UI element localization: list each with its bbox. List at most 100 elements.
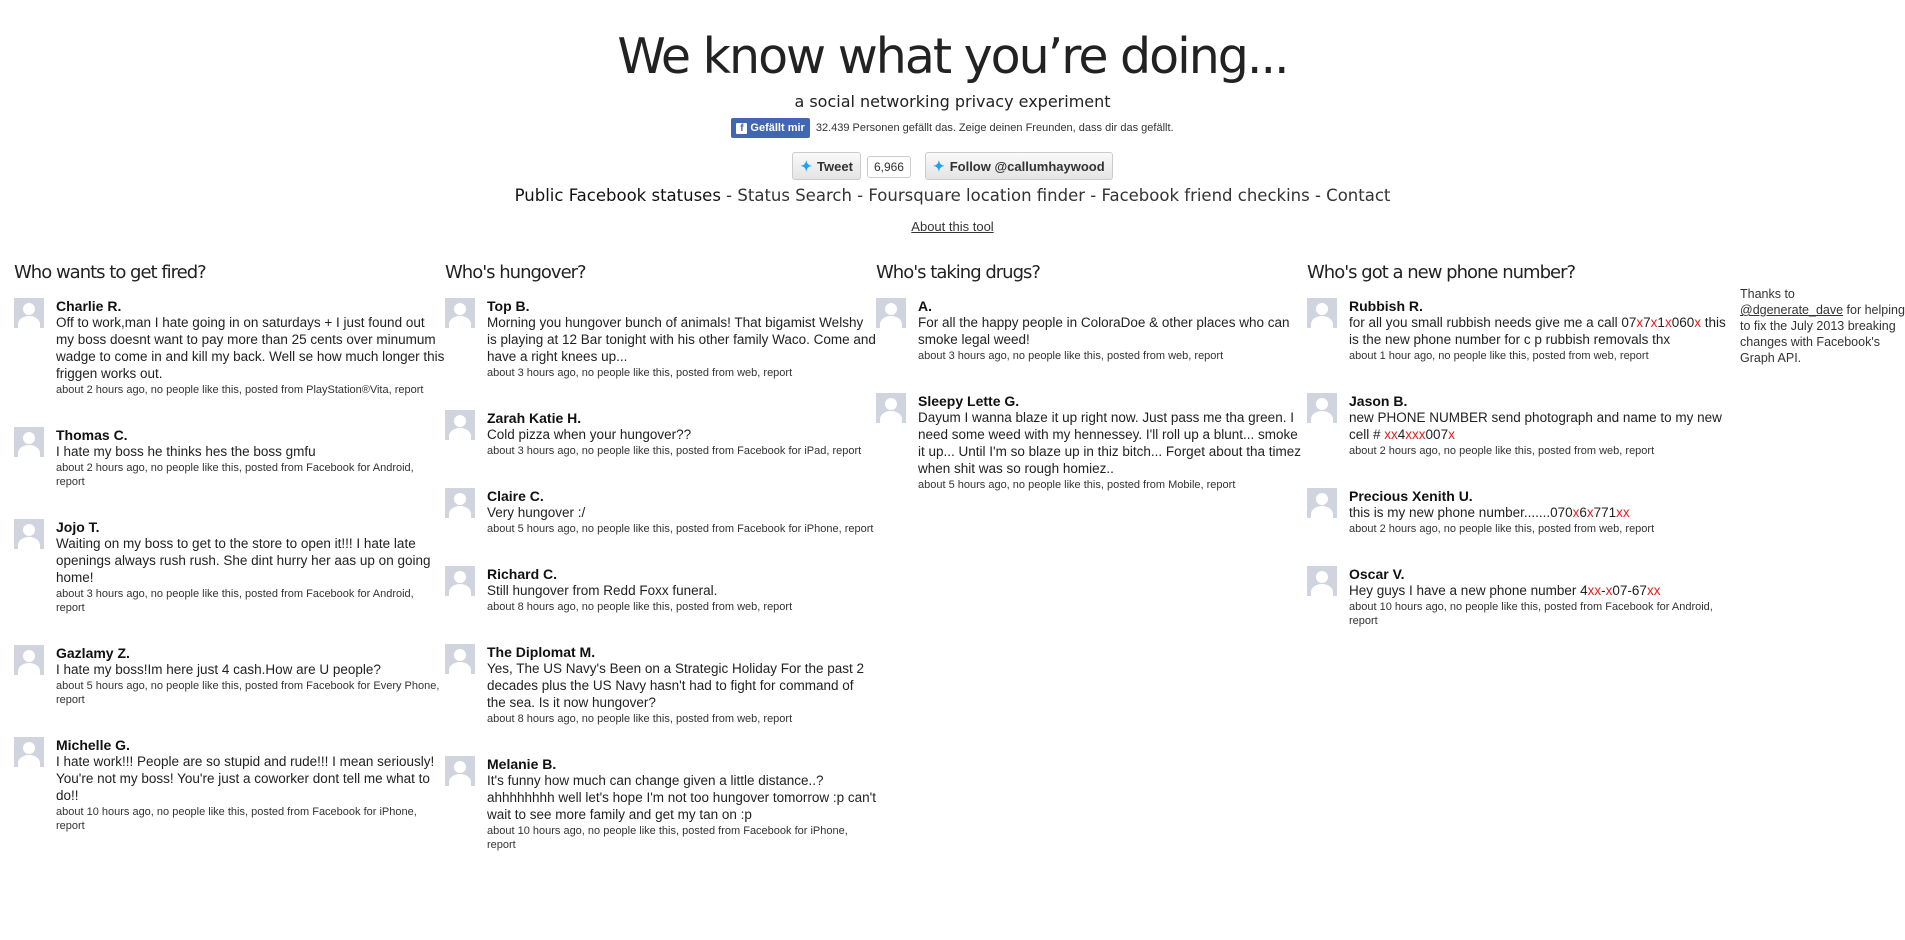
post-meta-text: about 3 hours ago, no people like this, … xyxy=(487,445,830,457)
post-meta-text: about 2 hours ago, no people like this, … xyxy=(1349,523,1623,535)
avatar xyxy=(14,298,44,328)
report-link[interactable]: report xyxy=(56,602,85,614)
twitter-bird-icon: ✦ xyxy=(800,157,813,174)
status-text: I hate my boss!Im here just 4 cash.How a… xyxy=(56,662,381,677)
report-link[interactable]: report xyxy=(1625,523,1654,535)
status-post: A. For all the happy people in ColoraDoe … xyxy=(876,298,1307,363)
nav-separator: - xyxy=(851,186,869,205)
post-meta: about 3 hours ago, no people like this, … xyxy=(918,349,1307,363)
nav-facebook-friend-checkins[interactable]: Facebook friend checkins xyxy=(1101,186,1309,205)
thanks-author-link[interactable]: @dgenerate_dave xyxy=(1740,303,1843,317)
post-meta: about 10 hours ago, no people like this,… xyxy=(487,824,876,852)
follow-button[interactable]: ✦ Follow @callumhaywood xyxy=(924,152,1113,180)
status-text-part: Hey guys I have a new phone number 4 xyxy=(1349,583,1588,598)
post-body: Claire C. Very hungover :/ about 5 hours a… xyxy=(487,488,876,536)
post-meta-text: about 1 hour ago, no people like this, p… xyxy=(1349,350,1617,362)
post-meta: about 5 hours ago, no people like this, … xyxy=(918,478,1307,492)
post-body: Melanie B. It's funny how much can change… xyxy=(487,756,876,852)
poster-name: Charlie R. xyxy=(56,298,122,314)
poster-name: Zarah Katie H. xyxy=(487,410,582,426)
nav-public-facebook-statuses[interactable]: Public Facebook statuses xyxy=(515,186,721,205)
column-title: Who wants to get fired? xyxy=(14,262,207,283)
poster-name: Thomas C. xyxy=(56,427,128,443)
redacted-digits: xx xyxy=(1384,427,1398,442)
status-post: Rubbish R. for all you small rubbish need… xyxy=(1307,298,1738,363)
poster-name: Michelle G. xyxy=(56,737,130,753)
avatar xyxy=(1307,393,1337,423)
status-text: for all you small rubbish needs give me … xyxy=(1349,314,1738,348)
poster-name: Jojo T. xyxy=(56,519,100,535)
post-meta: about 3 hours ago, no people like this, … xyxy=(487,366,876,380)
report-link[interactable]: report xyxy=(845,523,874,535)
report-link[interactable]: report xyxy=(1349,615,1378,627)
tweet-button[interactable]: ✦ Tweet xyxy=(792,152,861,180)
report-link[interactable]: report xyxy=(1625,445,1654,457)
report-link[interactable]: report xyxy=(833,445,862,457)
report-link[interactable]: report xyxy=(763,713,792,725)
report-link[interactable]: report xyxy=(1207,479,1236,491)
facebook-icon: f xyxy=(736,122,748,134)
status-text-part: 7 xyxy=(1643,315,1651,330)
post-meta: about 2 hours ago, no people like this, … xyxy=(56,461,445,489)
report-link[interactable]: report xyxy=(487,839,516,851)
post-meta-text: about 3 hours ago, no people like this, … xyxy=(56,588,414,600)
post-body: The Diplomat M. Yes, The US Navy's Been o… xyxy=(487,644,876,726)
post-meta: about 3 hours ago, no people like this, … xyxy=(56,587,445,615)
status-text-part: this is my new phone number.......070 xyxy=(1349,505,1573,520)
redacted-digits: x xyxy=(1694,315,1701,330)
post-body: Precious Xenith U. this is my new phone n… xyxy=(1349,488,1738,536)
main-nav: Public Facebook statuses - Status Search… xyxy=(0,186,1905,205)
redacted-digits: x xyxy=(1448,427,1455,442)
nav-status-search[interactable]: Status Search xyxy=(737,186,852,205)
nav-separator: - xyxy=(720,186,738,205)
nav-foursquare-location-finder[interactable]: Foursquare location finder xyxy=(868,186,1085,205)
status-text: Still hungover from Redd Foxx funeral. xyxy=(487,583,718,598)
report-link[interactable]: report xyxy=(1620,350,1649,362)
avatar xyxy=(876,298,906,328)
avatar xyxy=(445,298,475,328)
report-link[interactable]: report xyxy=(1194,350,1223,362)
status-text: Yes, The US Navy's Been on a Strategic H… xyxy=(487,661,865,710)
status-text: new PHONE NUMBER send photograph and nam… xyxy=(1349,409,1738,443)
post-body: Rubbish R. for all you small rubbish need… xyxy=(1349,298,1738,363)
avatar xyxy=(14,645,44,675)
tweet-count: 6,966 xyxy=(866,155,911,178)
avatar xyxy=(14,737,44,767)
status-post: Jason B. new PHONE NUMBER send photograph… xyxy=(1307,393,1738,458)
status-text: Dayum I wanna blaze it up right now. Jus… xyxy=(918,410,1302,476)
thanks-note: Thanks to @dgenerate_dave for helping to… xyxy=(1740,286,1905,366)
poster-name: A. xyxy=(918,298,932,314)
poster-name: Claire C. xyxy=(487,488,544,504)
status-text-part: 060 xyxy=(1671,315,1695,330)
report-link[interactable]: report xyxy=(763,601,792,613)
report-link[interactable]: report xyxy=(56,820,85,832)
status-text: Morning you hungover bunch of animals! T… xyxy=(487,315,876,364)
status-text-part: 007 xyxy=(1425,427,1449,442)
facebook-like-button[interactable]: f Gefällt mir xyxy=(731,118,810,138)
post-body: Jojo T. Waiting on my boss to get to the … xyxy=(56,519,445,615)
post-meta: about 2 hours ago, no people like this, … xyxy=(1349,522,1738,536)
redacted-digits: xx xyxy=(1587,583,1602,598)
poster-name: Oscar V. xyxy=(1349,566,1405,582)
post-body: Thomas C. I hate my boss he thinks hes th… xyxy=(56,427,445,489)
nav-contact[interactable]: Contact xyxy=(1326,186,1390,205)
poster-name: Sleepy Lette G. xyxy=(918,393,1020,409)
avatar xyxy=(1307,566,1337,596)
post-body: Top B. Morning you hungover bunch of anim… xyxy=(487,298,876,380)
status-post: Melanie B. It's funny how much can change… xyxy=(445,756,876,852)
redacted-digits: xx xyxy=(1646,583,1661,598)
facebook-like-row: f Gefällt mir 32.439 Personen gefällt da… xyxy=(0,118,1905,138)
poster-name: Jason B. xyxy=(1349,393,1408,409)
facebook-like-label: Gefällt mir xyxy=(750,122,805,134)
status-text: Cold pizza when your hungover?? xyxy=(487,427,692,442)
post-meta-text: about 5 hours ago, no people like this, … xyxy=(56,680,440,692)
report-link[interactable]: report xyxy=(56,476,85,488)
report-link[interactable]: report xyxy=(56,694,85,706)
about-this-tool-link[interactable]: About this tool xyxy=(911,219,993,234)
report-link[interactable]: report xyxy=(395,384,424,396)
status-text: Hey guys I have a new phone number 4xx-x… xyxy=(1349,582,1738,599)
report-link[interactable]: report xyxy=(763,367,792,379)
avatar xyxy=(14,427,44,457)
post-meta: about 2 hours ago, no people like this, … xyxy=(56,383,445,397)
post-body: Zarah Katie H. Cold pizza when your hungo… xyxy=(487,410,876,458)
